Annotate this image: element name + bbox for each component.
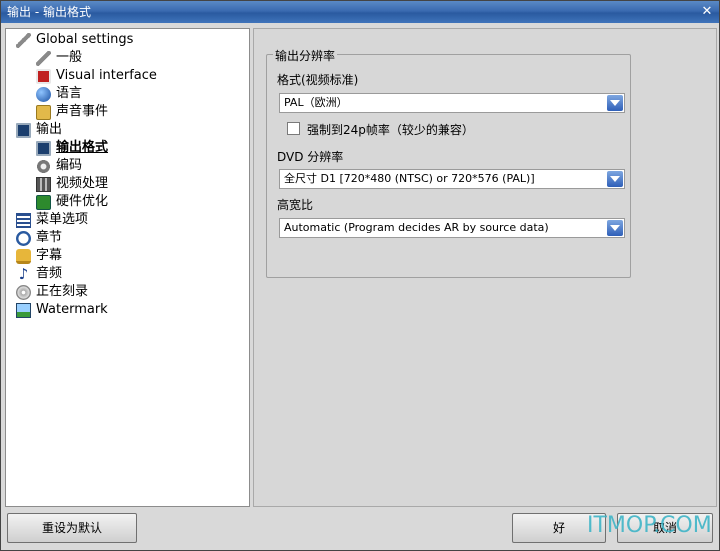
aspect-ratio-label: 高宽比 [277,198,314,212]
dvd-resolution-value: 全尺寸 D1 [720*480 (NTSC) or 720*576 (PAL)] [284,172,535,185]
chip-icon [36,194,51,210]
tree-item-subtitles[interactable]: 字幕 [16,247,62,265]
tree-item-audio[interactable]: ♪ 音频 [16,265,62,283]
force-24p-checkbox[interactable] [287,122,300,135]
dvd-resolution-label: DVD 分辨率 [277,150,344,164]
list-icon [16,212,31,228]
sound-note-icon [36,104,51,120]
dropdown-arrow-icon[interactable] [607,220,623,236]
disc-icon [16,284,31,300]
group-title: 输出分辨率 [273,47,338,64]
window-title: 输出 - 输出格式 [7,5,91,19]
tree-item-encoding[interactable]: 编码 [36,157,82,175]
dialog-window: 输出 - 输出格式 ✕ Global settings 一般 Visual in… [0,0,720,551]
globe-icon [36,86,51,102]
format-select[interactable]: PAL（欧洲） [279,93,625,113]
format-select-value: PAL（欧洲） [284,96,348,109]
tree-item-menu-options[interactable]: 菜单选项 [16,211,88,229]
dropdown-arrow-icon[interactable] [607,171,623,187]
tree-item-hardware-optimization[interactable]: 硬件优化 [36,193,108,211]
dropdown-arrow-icon[interactable] [607,95,623,111]
gear-icon [36,158,51,174]
image-icon [16,302,31,318]
tree-item-visual-interface[interactable]: Visual interface [36,67,157,85]
settings-content-panel: 输出分辨率 格式(视频标准) PAL（欧洲） 强制到24p帧率（较少的兼容） D… [253,28,717,507]
dvd-resolution-select[interactable]: 全尺寸 D1 [720*480 (NTSC) or 720*576 (PAL)] [279,169,625,189]
tree-item-burning[interactable]: 正在刻录 [16,283,88,301]
tree-item-output[interactable]: 输出 [16,121,62,139]
subtitle-icon [16,248,31,264]
aspect-ratio-select[interactable]: Automatic (Program decides AR by source … [279,218,625,238]
force-24p-label: 强制到24p帧率（较少的兼容） [307,123,474,137]
close-icon[interactable]: ✕ [699,4,715,20]
tree-item-sound-events[interactable]: 声音事件 [36,103,108,121]
tree-item-output-format[interactable]: 输出格式 [36,139,108,157]
wrench-icon [16,32,31,48]
aspect-ratio-value: Automatic (Program decides AR by source … [284,221,549,234]
film-icon [36,176,51,192]
settings-tree: Global settings 一般 Visual interface 语言 声… [5,28,250,507]
tree-item-language[interactable]: 语言 [36,85,82,103]
tree-item-watermark[interactable]: Watermark [16,301,108,319]
wrench-icon [36,50,51,66]
monitor-icon [16,122,31,138]
music-icon: ♪ [18,264,29,283]
tree-item-global-settings[interactable]: Global settings [16,31,133,49]
tree-item-chapters[interactable]: 章节 [16,229,62,247]
format-label: 格式(视频标准) [277,73,359,87]
watermark-logo: ITMOP.COM [587,513,712,538]
reset-defaults-button[interactable]: 重设为默认 [7,513,137,543]
clock-icon [16,230,31,246]
tree-item-general[interactable]: 一般 [36,49,82,67]
title-bar[interactable]: 输出 - 输出格式 ✕ [1,1,719,23]
monitor-icon [36,140,51,156]
output-resolution-group: 输出分辨率 格式(视频标准) PAL（欧洲） 强制到24p帧率（较少的兼容） D… [266,47,631,278]
document-icon [36,68,51,84]
tree-item-video-processing[interactable]: 视频处理 [36,175,108,193]
